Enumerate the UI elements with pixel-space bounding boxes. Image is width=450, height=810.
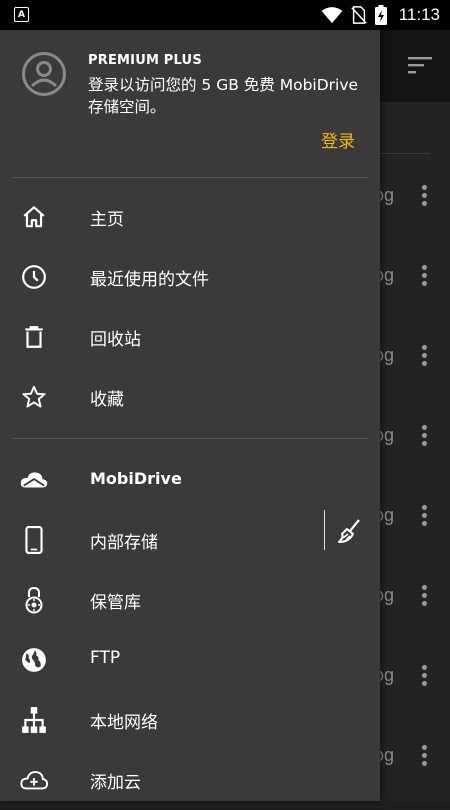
cloud-add-icon [20, 766, 48, 794]
background-file-row[interactable]: og [372, 497, 450, 537]
nav-item-label: FTP [90, 648, 121, 668]
nav-item-label: 保管库 [90, 593, 141, 613]
network-icon [20, 706, 48, 734]
nav-item-mobidrive[interactable]: MobiDrive [0, 450, 380, 510]
more-vert-icon[interactable] [421, 345, 427, 369]
nav-item-label: 收藏 [90, 390, 124, 410]
background-file-row[interactable]: og [372, 657, 450, 697]
app-notification-icon: A [14, 7, 29, 22]
account-circle-icon[interactable] [22, 52, 66, 96]
home-icon [20, 203, 48, 231]
nav-item-label: 最近使用的文件 [90, 270, 209, 290]
wifi-icon [321, 7, 343, 24]
more-vert-icon[interactable] [421, 425, 427, 449]
nav-item-internal-storage[interactable]: 内部存储 [0, 510, 380, 570]
drawer-header: PREMIUM PLUS 登录以访问您的 5 GB 免费 MobiDrive 存… [0, 30, 380, 177]
more-vert-icon[interactable] [421, 745, 427, 769]
nav-item-local-network[interactable]: 本地网络 [0, 690, 380, 750]
background-file-row[interactable]: og [372, 417, 450, 457]
recent-clock-icon [20, 263, 48, 291]
divider [12, 438, 368, 439]
navigation-drawer: PREMIUM PLUS 登录以访问您的 5 GB 免费 MobiDrive 存… [0, 30, 380, 801]
divider [12, 177, 368, 178]
nav-item-label: 回收站 [90, 330, 141, 350]
nav-item-label: MobiDrive [90, 469, 182, 488]
plan-title: PREMIUM PLUS [88, 53, 202, 68]
trash-icon [20, 323, 48, 351]
nav-item-recent[interactable]: 最近使用的文件 [0, 247, 380, 307]
more-vert-icon[interactable] [421, 505, 427, 529]
background-divider [376, 153, 430, 154]
nav-item-label: 添加云 [90, 773, 141, 793]
nav-item-add-cloud[interactable]: 添加云 [0, 750, 380, 810]
more-vert-icon[interactable] [421, 585, 427, 609]
background-file-row[interactable]: og [372, 337, 450, 377]
nav-item-ftp[interactable]: FTP [0, 630, 380, 690]
cloud-icon [20, 466, 48, 494]
clock: 11:13 [398, 5, 440, 24]
globe-icon [20, 646, 48, 674]
background-file-row[interactable]: og [372, 177, 450, 217]
no-sim-icon [350, 6, 367, 24]
nav-item-label: 主页 [90, 210, 124, 230]
nav-item-label: 内部存储 [90, 533, 158, 553]
status-icons: 11:13 [321, 0, 440, 30]
status-bar: A 11:13 [0, 0, 450, 30]
background-file-row[interactable]: og [372, 577, 450, 617]
more-vert-icon[interactable] [421, 185, 427, 209]
battery-charging-icon [374, 5, 387, 25]
phone-icon [20, 526, 48, 554]
nav-item-trash[interactable]: 回收站 [0, 307, 380, 367]
background-file-row[interactable]: og [372, 257, 450, 297]
vertical-divider [324, 510, 325, 550]
broom-clean-icon[interactable] [335, 517, 363, 545]
nav-item-home[interactable]: 主页 [0, 187, 380, 247]
login-prompt: 登录以访问您的 5 GB 免费 MobiDrive 存储空间。 [88, 76, 359, 116]
vault-lock-icon [20, 586, 48, 614]
nav-item-favorites[interactable]: 收藏 [0, 367, 380, 427]
more-vert-icon[interactable] [421, 665, 427, 689]
more-vert-icon[interactable] [421, 265, 427, 289]
nav-item-vault[interactable]: 保管库 [0, 570, 380, 630]
star-icon [20, 383, 48, 411]
nav-item-label: 本地网络 [90, 713, 158, 733]
background-file-row[interactable]: og [372, 737, 450, 777]
login-button[interactable]: 登录 [321, 127, 355, 152]
sort-icon[interactable] [408, 56, 432, 74]
